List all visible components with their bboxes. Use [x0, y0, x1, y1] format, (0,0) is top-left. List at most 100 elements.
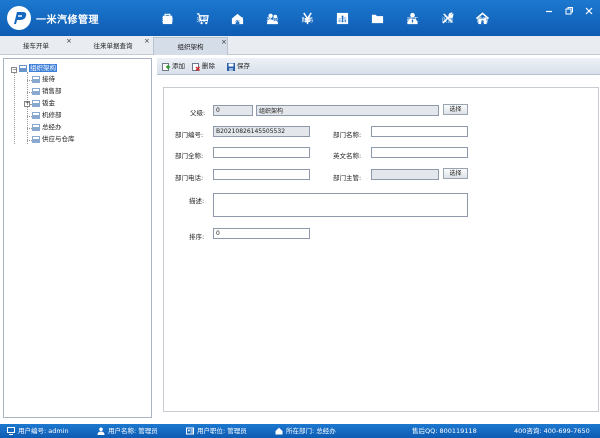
- nav-label: 财务: [301, 16, 314, 24]
- restore-icon[interactable]: [564, 6, 574, 16]
- home-icon: [275, 427, 283, 435]
- dept-icon: [32, 99, 40, 107]
- delete-button[interactable]: 删除: [192, 61, 215, 72]
- sort-label: 排序:: [189, 233, 205, 241]
- title-bar: 一米汽修管理 开单 采购 仓库 客户 财务 报表 资料 员工 设置 首页: [0, 0, 600, 36]
- tree-node-label: 供应与仓库: [42, 135, 75, 143]
- save-button-label: 保存: [237, 62, 250, 70]
- dept-code-field[interactable]: [213, 126, 310, 137]
- tree-node-jixiu[interactable]: 机修部: [32, 110, 62, 121]
- tab-wanglai[interactable]: 往来单据查询 ×: [77, 37, 150, 55]
- dept-phone-label: 部门电话:: [175, 174, 204, 182]
- dept-manager-field[interactable]: [371, 169, 439, 180]
- dept-icon: [32, 135, 40, 143]
- tab-label: 接车开单: [23, 42, 49, 50]
- tab-label: 往来单据查询: [93, 42, 133, 50]
- status-user-name: 用户名称: 管理员: [97, 424, 158, 438]
- status-bar: 用户编号: admin 用户名称: 管理员 用户职位: 管理员 所在部门: 总经…: [0, 424, 600, 438]
- nav-label: 员工: [406, 16, 419, 24]
- status-text: 用户名称: 管理员: [108, 427, 158, 435]
- select-manager-button[interactable]: 选择: [443, 168, 468, 179]
- tab-bar: 接车开单 × 往来单据查询 × 组织架构 ×: [0, 36, 600, 55]
- tree-node-label: 销售部: [42, 87, 62, 95]
- nav-item-caiwu[interactable]: 财务: [290, 0, 325, 36]
- nav-label: 客户: [266, 16, 279, 24]
- user-icon: [97, 427, 105, 435]
- nav-item-kehu[interactable]: 客户: [255, 0, 290, 36]
- save-icon: [227, 62, 235, 71]
- tab-jieche[interactable]: 接车开单 ×: [0, 37, 72, 55]
- tree-node-xiaoshou[interactable]: 销售部: [32, 86, 62, 97]
- dept-icon: [32, 75, 40, 83]
- tab-close-icon[interactable]: ×: [66, 32, 72, 50]
- toolbar: 添加 删除 保存: [157, 58, 600, 75]
- tree-node-label: 组织架构: [29, 64, 57, 72]
- desc-label: 描述:: [189, 197, 205, 205]
- main-nav: 开单 采购 仓库 客户 财务 报表 资料 员工 设置 首页: [150, 0, 500, 36]
- org-tree: − 组织架构 接待 销售部 + 钣金 机修部 总经办 供应与仓库: [3, 58, 152, 418]
- dept-icon: [32, 111, 40, 119]
- dept-fullname-field[interactable]: [213, 147, 310, 158]
- tree-node-label: 钣金: [42, 99, 55, 107]
- tree-node-label: 总经办: [42, 123, 62, 131]
- status-text: 用户编号: admin: [18, 427, 69, 435]
- tab-close-icon[interactable]: ×: [221, 33, 227, 51]
- dept-manager-label: 部门主管:: [333, 174, 362, 182]
- dept-name-field[interactable]: [371, 126, 468, 137]
- status-user-position: 用户职位: 管理员: [186, 424, 247, 438]
- monitor-icon: [7, 427, 15, 435]
- nav-item-yuangong[interactable]: 员工: [395, 0, 430, 36]
- dept-icon: [32, 87, 40, 95]
- minimize-icon[interactable]: [544, 6, 554, 16]
- tab-zuzhijiagou[interactable]: 组织架构 ×: [153, 37, 228, 55]
- save-button[interactable]: 保存: [227, 61, 250, 72]
- english-name-label: 英文名称:: [333, 152, 362, 160]
- nav-label: 报表: [336, 16, 349, 24]
- nav-item-shezhi[interactable]: 设置: [430, 0, 465, 36]
- parent-id-field[interactable]: [213, 105, 253, 116]
- tree-node-jiedai[interactable]: 接待: [32, 74, 55, 85]
- id-card-icon: [186, 427, 194, 435]
- nav-label: 采购: [196, 16, 209, 24]
- add-button-label: 添加: [172, 62, 185, 70]
- org-icon: [19, 64, 27, 72]
- tree-node-label: 接待: [42, 75, 55, 83]
- tab-close-icon[interactable]: ×: [144, 32, 150, 50]
- nav-label: 开单: [161, 16, 174, 24]
- tree-node-zongjingban[interactable]: 总经办: [32, 122, 62, 133]
- nav-label: 首页: [476, 16, 489, 24]
- tab-label: 组织架构: [177, 43, 204, 51]
- tree-node-label: 机修部: [42, 111, 62, 119]
- dept-fullname-label: 部门全称:: [175, 152, 204, 160]
- nav-item-caigou[interactable]: 采购: [185, 0, 220, 36]
- desc-field[interactable]: [213, 193, 468, 217]
- sort-field[interactable]: [213, 228, 310, 239]
- app-title: 一米汽修管理: [36, 15, 99, 26]
- nav-label: 设置: [441, 16, 454, 24]
- status-qq: 售后QQ: 800119118: [412, 427, 477, 435]
- status-user-code: 用户编号: admin: [7, 424, 69, 438]
- dept-phone-field[interactable]: [213, 169, 310, 180]
- app-logo-icon: [7, 6, 31, 30]
- tree-node-banjin[interactable]: 钣金: [32, 98, 55, 109]
- tree-node-root[interactable]: 组织架构: [19, 63, 57, 74]
- nav-item-shouye[interactable]: 首页: [465, 0, 500, 36]
- status-hotline: 400咨询: 400-699-7650: [514, 427, 590, 435]
- nav-item-cangku[interactable]: 仓库: [220, 0, 255, 36]
- nav-item-baobiao[interactable]: 报表: [325, 0, 360, 36]
- delete-button-label: 删除: [202, 62, 215, 70]
- tree-node-gongying[interactable]: 供应与仓库: [32, 134, 75, 145]
- nav-label: 仓库: [231, 16, 244, 24]
- parent-name-field[interactable]: [256, 105, 439, 116]
- status-text: 用户职位: 管理员: [197, 427, 247, 435]
- english-name-field[interactable]: [371, 147, 468, 158]
- nav-label: 资料: [371, 16, 384, 24]
- add-button[interactable]: 添加: [162, 61, 185, 72]
- collapse-toggle[interactable]: −: [11, 67, 17, 73]
- nav-item-ziliao[interactable]: 资料: [360, 0, 395, 36]
- nav-item-kaidan[interactable]: 开单: [150, 0, 185, 36]
- dept-name-label: 部门名称:: [333, 131, 362, 139]
- close-icon[interactable]: [584, 6, 594, 16]
- parent-label: 父级:: [190, 109, 206, 117]
- select-parent-button[interactable]: 选择: [443, 104, 468, 115]
